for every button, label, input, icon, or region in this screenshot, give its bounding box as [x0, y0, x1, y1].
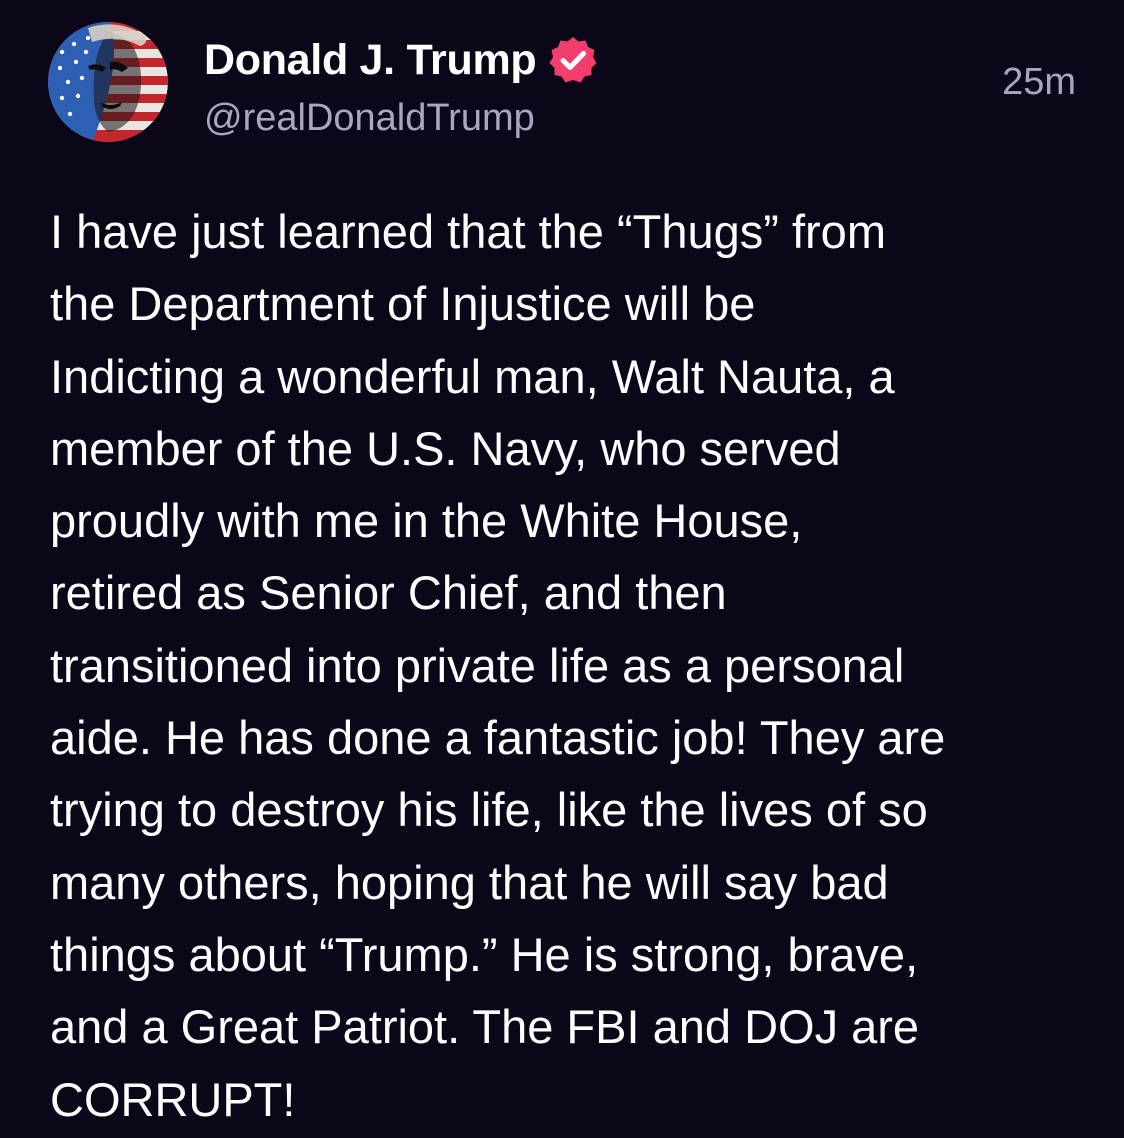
post-body-line: the Department of Injustice will be [50, 277, 756, 331]
post-body: I have just learned that the “Thugs” fro… [50, 196, 1090, 1136]
post-body-line: member of the U.S. Navy, who served [50, 421, 841, 475]
post-body-line: many others, hoping that he will say bad [50, 855, 889, 909]
post-body-line: and a Great Patriot. The FBI and DOJ are [50, 1000, 920, 1054]
flag-portrait-avatar-icon [48, 22, 168, 142]
author-display-name[interactable]: Donald J. Trump [204, 36, 537, 84]
post-body-line: transitioned into private life as a pers… [50, 638, 905, 692]
post-body-line: trying to destroy his life, like the liv… [50, 783, 928, 837]
post-timestamp[interactable]: 25m [1002, 60, 1076, 104]
post-body-line: Indicting a wonderful man, Walt Nauta, a [50, 349, 895, 403]
avatar[interactable] [48, 22, 168, 142]
post-card: Donald J. Trump @realDonaldTrump 25m I h… [0, 0, 1124, 1138]
post-body-line: things about “Trump.” He is strong, brav… [50, 927, 919, 981]
author-name-row: Donald J. Trump [204, 36, 598, 84]
post-body-line: retired as Senior Chief, and then [50, 566, 727, 620]
post-body-line: I have just learned that the “Thugs” fro… [50, 205, 886, 258]
post-body-line: aide. He has done a fantastic job! They … [50, 711, 946, 765]
verified-badge-icon [548, 35, 598, 85]
post-body-line: CORRUPT! [50, 1072, 296, 1126]
post-body-line: proudly with me in the White House, [50, 494, 803, 548]
author-handle[interactable]: @realDonaldTrump [204, 96, 535, 140]
